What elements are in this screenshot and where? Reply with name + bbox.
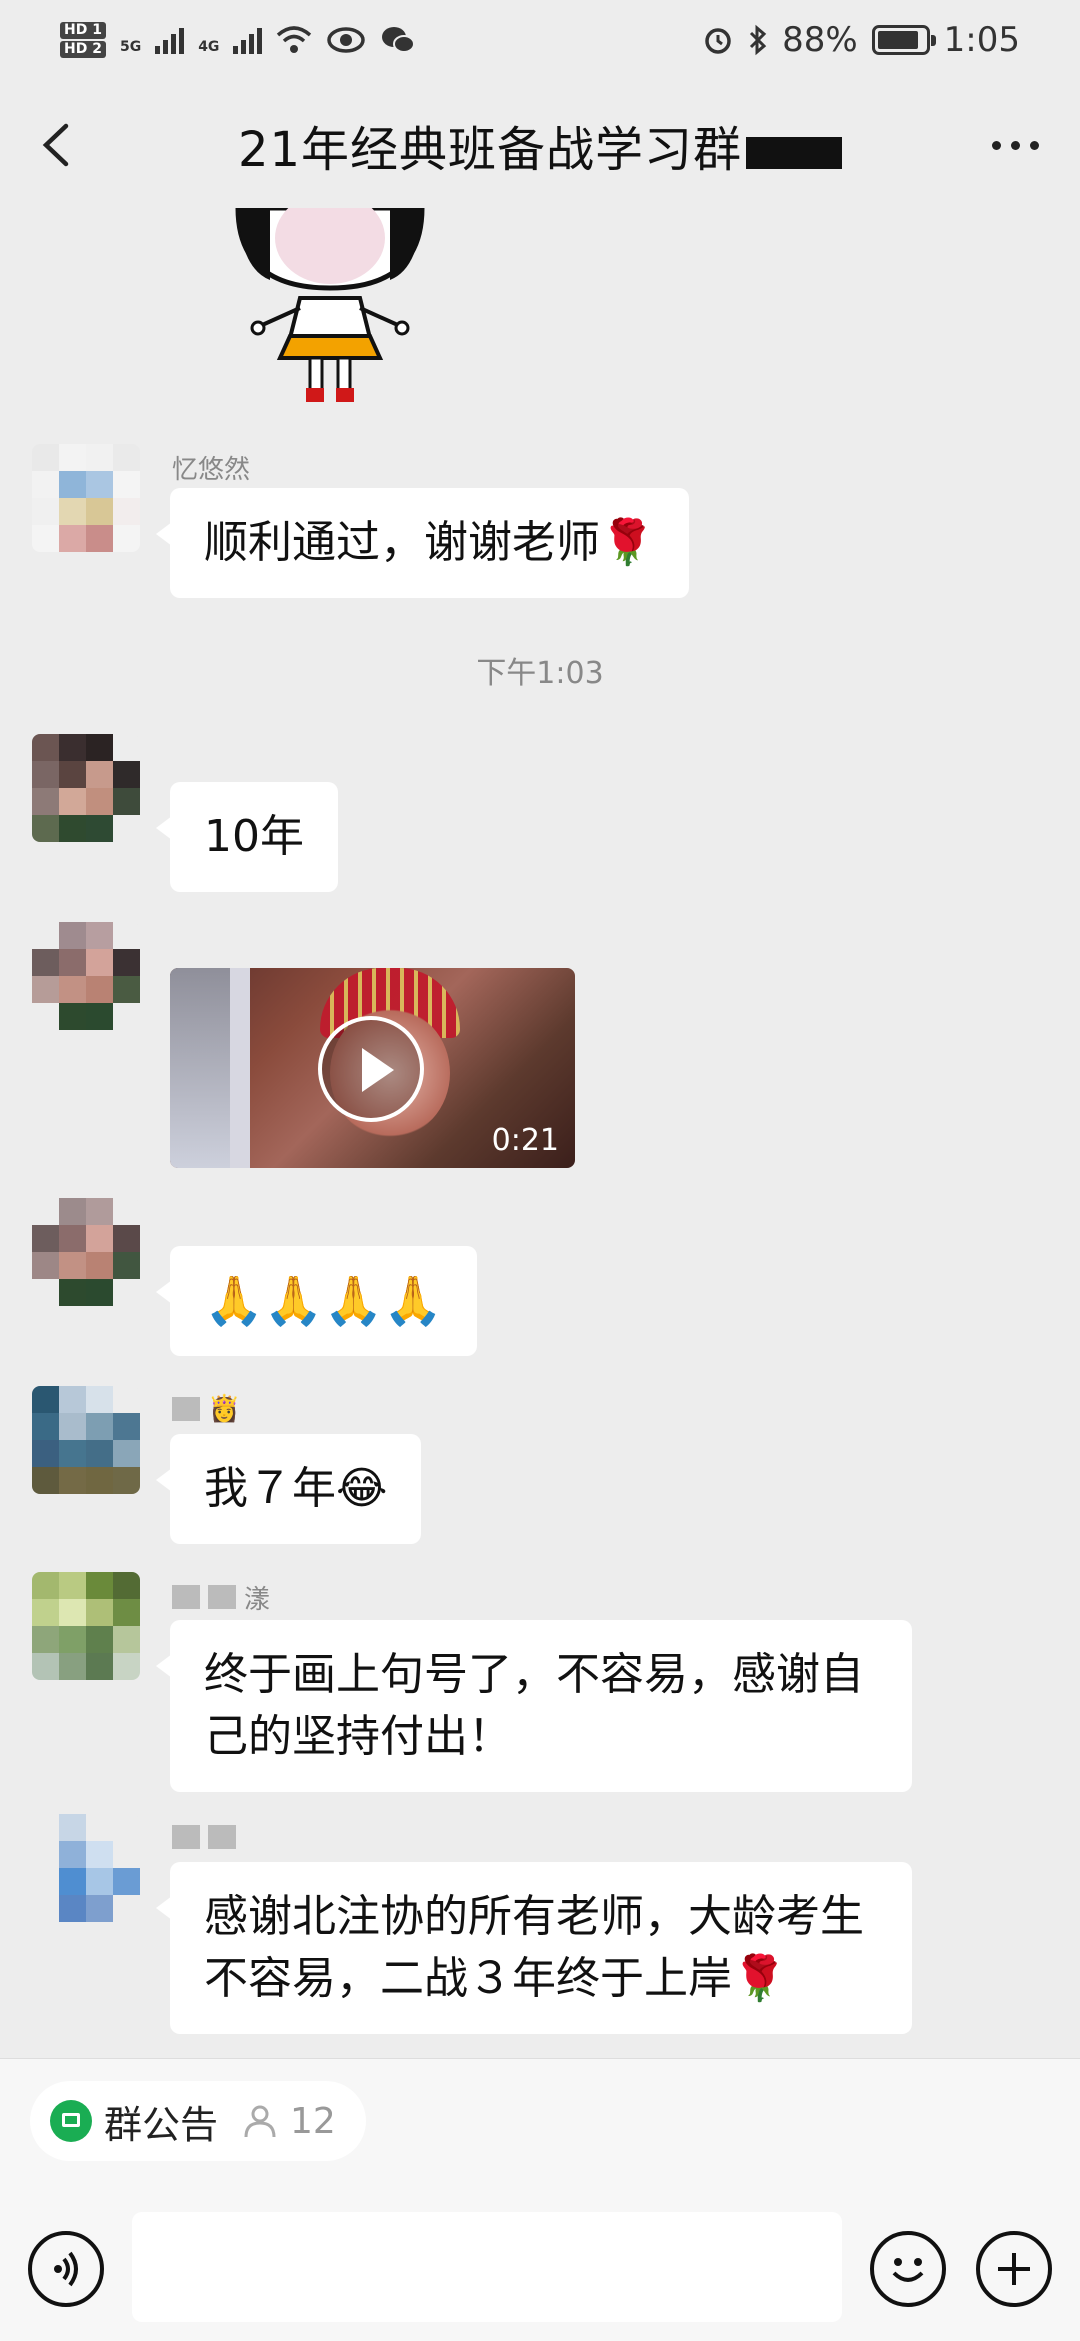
redaction-block (172, 1397, 200, 1421)
chat-title-text: 21年经典班备战学习群 (237, 122, 743, 178)
sender-name-emoji: 👸 (208, 1394, 241, 1424)
sim2-label: HD 2 (60, 41, 106, 58)
sender-name: 漾 (172, 1580, 271, 1615)
redaction-block (208, 1585, 236, 1609)
network-4g-label: 4G (198, 39, 220, 55)
member-icon (244, 2105, 276, 2138)
message-input[interactable] (132, 2212, 842, 2322)
avatar[interactable] (32, 1386, 140, 1494)
voice-icon (54, 2251, 78, 2287)
sender-name-text: 漾 (244, 1584, 271, 1615)
status-time: 1:05 (943, 20, 1020, 60)
signal-icon (233, 26, 263, 54)
battery-icon (871, 25, 936, 55)
alarm-icon (705, 28, 731, 54)
group-notice-label: 群公告 (104, 2102, 219, 2147)
avatar[interactable] (32, 1572, 140, 1680)
message-bubble[interactable]: 我７年😂 (155, 1434, 422, 1544)
back-arrow-icon[interactable] (34, 120, 80, 170)
message-bubble[interactable]: 🙏🙏🙏🙏 (155, 1246, 478, 1356)
timestamp: 下午1:03 (476, 656, 604, 691)
voice-input-button[interactable] (28, 2231, 104, 2307)
avatar[interactable] (32, 1198, 140, 1306)
announcement-icon (50, 2100, 92, 2142)
avatar[interactable] (32, 444, 140, 552)
sim1-label: HD 1 (60, 22, 106, 39)
video-frame-strip (230, 968, 250, 1168)
play-icon[interactable] (318, 1016, 424, 1122)
sim-indicator: HD 1 HD 2 (60, 21, 106, 59)
battery-level (877, 31, 919, 49)
signal-icon (155, 26, 185, 54)
message-bubble[interactable]: 感谢北注协的所有老师，大龄考生不容易，二战３年终于上岸🌹 (156, 1862, 912, 2034)
sender-name (172, 1820, 244, 1854)
member-count: 12 (290, 2100, 336, 2142)
more-options-button[interactable] (980, 120, 1050, 170)
cartoon-girl-sticker[interactable] (230, 208, 430, 408)
avatar[interactable] (32, 1814, 140, 1922)
redaction-block (208, 1825, 236, 1849)
message-bubble[interactable]: 终于画上句号了，不容易，感谢自己的坚持付出！ (156, 1620, 912, 1792)
message-bubble[interactable]: 顺利通过，谢谢老师🌹 (156, 488, 689, 598)
redaction-block (746, 137, 843, 169)
eye-icon (327, 27, 366, 53)
battery-percent: 88% (782, 20, 858, 60)
avatar[interactable] (32, 734, 140, 842)
video-frame-left (170, 968, 230, 1168)
group-notice-button[interactable]: 群公告 12 (30, 2081, 366, 2161)
sender-name: 忆悠然 (172, 454, 251, 485)
sender-name: 👸 (172, 1392, 240, 1426)
chat-title: 21年经典班备战学习群 (237, 110, 843, 180)
avatar[interactable] (32, 922, 140, 1030)
plus-icon (998, 2253, 1030, 2285)
bluetooth-icon (750, 24, 767, 56)
video-message[interactable]: 0:21 (170, 968, 575, 1168)
video-duration: 0:21 (491, 1123, 559, 1158)
wechat-icon (382, 27, 416, 53)
status-bar: HD 1 HD 2 5G 4G 88% 1:05 (0, 0, 1080, 80)
redaction-block (172, 1585, 200, 1609)
emoji-button[interactable] (870, 2231, 946, 2307)
more-actions-button[interactable] (976, 2231, 1052, 2307)
wifi-icon (277, 26, 312, 53)
chat-input-area: 群公告 12 (0, 2058, 1080, 2341)
message-bubble[interactable]: 10年 (156, 782, 338, 892)
chat-header: 21年经典班备战学习群 (0, 80, 1080, 210)
redaction-block (172, 1825, 200, 1849)
emoji-icon (892, 2258, 924, 2282)
network-5g-label: 5G (119, 39, 142, 55)
